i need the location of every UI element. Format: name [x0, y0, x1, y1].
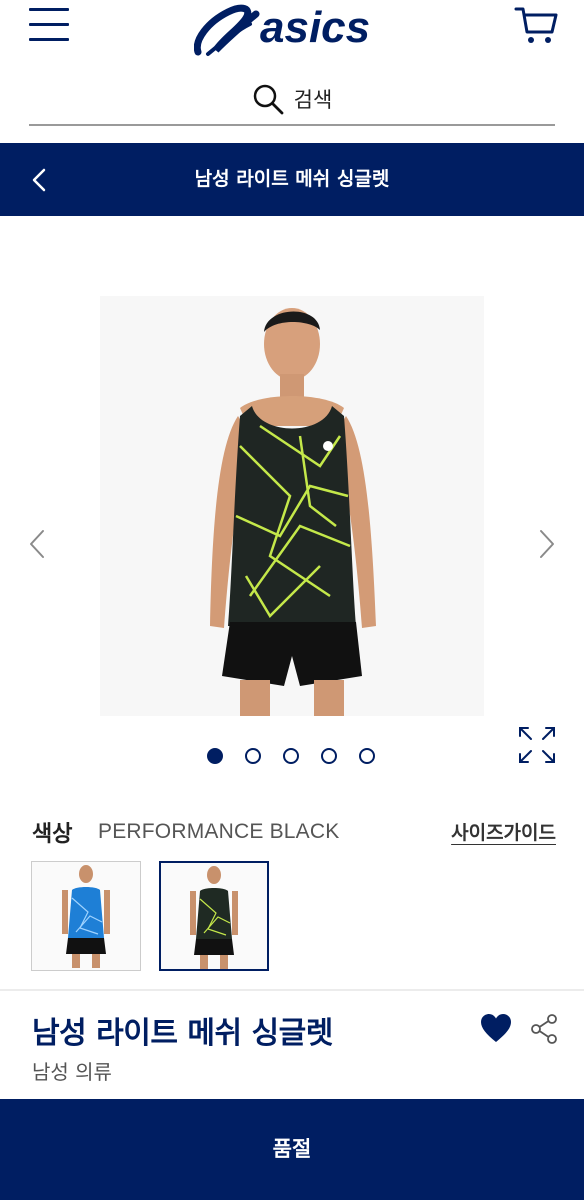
page-title: 남성 라이트 메쉬 싱글렛: [194, 168, 390, 190]
product-category: 남성 의류: [32, 1060, 112, 1084]
size-guide-link[interactable]: 사이즈가이드: [451, 818, 556, 845]
menu-icon[interactable]: [29, 8, 69, 42]
top-header: asics: [0, 0, 584, 60]
color-selector-row: 색상 PERFORMANCE BLACK 사이즈가이드: [32, 812, 556, 850]
brand-logo[interactable]: asics: [194, 0, 390, 58]
swatch-thumbnail: [161, 863, 267, 969]
color-swatch-black[interactable]: [159, 861, 269, 971]
search-icon: [253, 84, 284, 115]
carousel-dot[interactable]: [283, 748, 299, 764]
carousel-dot[interactable]: [245, 748, 261, 764]
swatch-thumbnail: [32, 862, 140, 970]
section-divider: [0, 989, 584, 991]
prev-chevron-icon[interactable]: [28, 528, 46, 560]
color-swatch-blue[interactable]: [31, 861, 141, 971]
page-title-bar: 남성 라이트 메쉬 싱글렛: [0, 143, 584, 216]
brand-wordmark: asics: [260, 3, 370, 52]
carousel-pagination: [207, 748, 375, 766]
product-image-carousel[interactable]: [0, 216, 584, 786]
expand-icon[interactable]: [516, 724, 558, 766]
next-chevron-icon[interactable]: [538, 528, 556, 560]
sold-out-button[interactable]: 품절: [0, 1099, 584, 1200]
search-placeholder: 검색: [293, 88, 333, 112]
cart-icon[interactable]: [514, 4, 558, 46]
product-photo: [100, 296, 484, 716]
color-label: 색상: [32, 822, 73, 847]
selected-color-name: PERFORMANCE BLACK: [98, 820, 340, 843]
carousel-dot[interactable]: [207, 748, 223, 764]
share-icon[interactable]: [530, 1014, 558, 1044]
search-input[interactable]: 검색: [29, 74, 555, 126]
heart-icon[interactable]: [480, 1014, 512, 1044]
carousel-dot[interactable]: [359, 748, 375, 764]
carousel-dot[interactable]: [321, 748, 337, 764]
product-title: 남성 라이트 메쉬 싱글렛: [32, 1016, 333, 1051]
